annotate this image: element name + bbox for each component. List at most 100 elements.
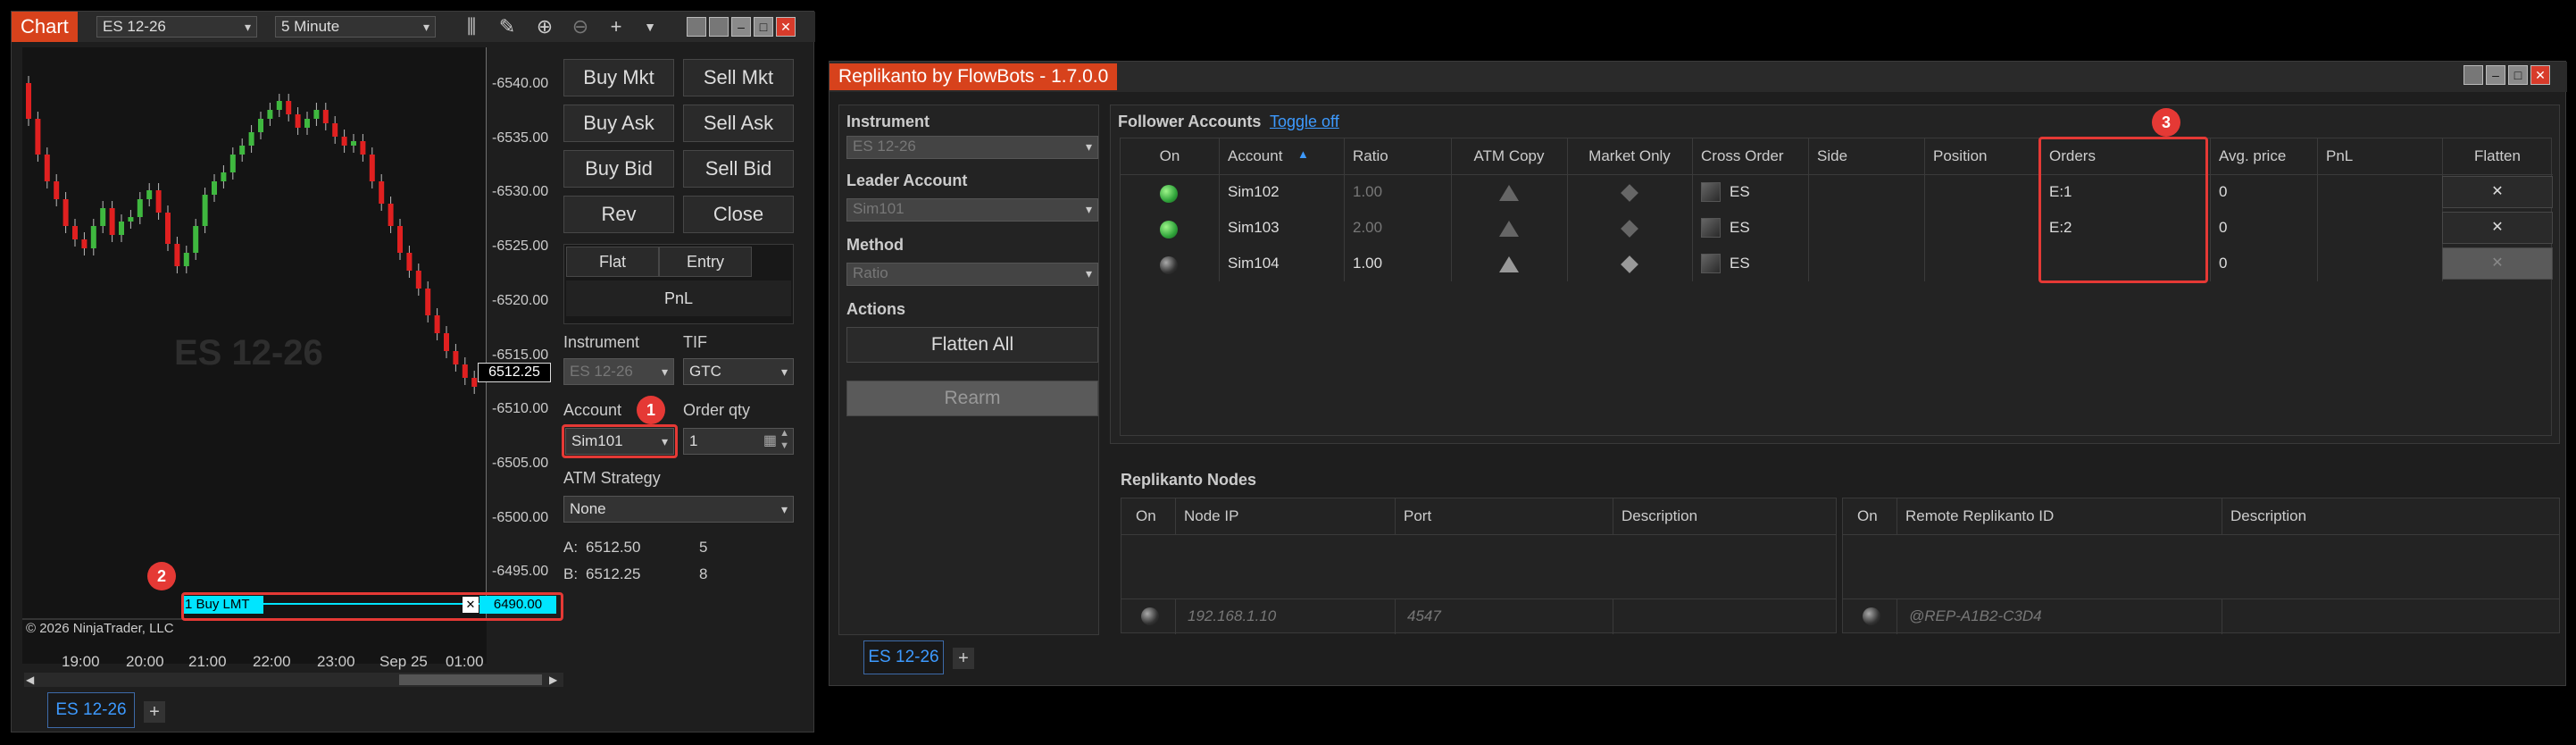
candle <box>332 116 338 144</box>
atm-copy-toggle-icon[interactable] <box>1499 185 1519 201</box>
status-led-icon[interactable] <box>1160 221 1178 239</box>
add-tab-button[interactable]: + <box>953 648 974 669</box>
column-header[interactable]: Port <box>1404 507 1431 525</box>
close-icon[interactable]: ✕ <box>776 17 796 37</box>
flatten-row-button[interactable]: ✕ <box>2442 212 2553 244</box>
node-status-led-icon[interactable] <box>1141 607 1159 625</box>
flatten-row-button[interactable]: ✕ <box>2442 247 2553 280</box>
column-header[interactable]: Flatten <box>2442 147 2553 165</box>
cross-order-toggle-icon[interactable] <box>1701 254 1721 273</box>
market-only-toggle-icon[interactable] <box>1621 255 1638 273</box>
rev-button[interactable]: Rev <box>563 196 674 233</box>
sort-ascending-icon[interactable]: ▲ <box>1297 147 1309 161</box>
maximize-icon[interactable]: □ <box>2508 65 2528 85</box>
order-qty-input[interactable]: 1 ▦ ▲ ▼ <box>683 428 794 455</box>
column-header[interactable]: PnL <box>2326 147 2353 165</box>
column-header[interactable]: On <box>1857 507 1878 525</box>
candle <box>351 134 356 153</box>
add-tab-button[interactable]: + <box>144 701 165 723</box>
column-header[interactable]: Cross Order <box>1701 147 1784 165</box>
sell-mkt-button[interactable]: Sell Mkt <box>683 59 794 96</box>
minimize-icon[interactable]: – <box>2486 65 2505 85</box>
status-led-icon[interactable] <box>1160 185 1178 203</box>
column-header[interactable]: Account <box>1228 147 1282 165</box>
cross-order-cell: ES <box>1730 219 1750 236</box>
candle <box>165 205 171 251</box>
node-cell[interactable]: @REP-A1B2-C3D4 <box>1909 607 2042 625</box>
atm-copy-toggle-icon[interactable] <box>1499 256 1519 272</box>
column-header[interactable]: Description <box>1621 507 1697 525</box>
column-header[interactable]: ATM Copy <box>1451 147 1567 165</box>
toggle-off-link[interactable]: Toggle off <box>1270 113 1339 131</box>
tab-es-12-26[interactable]: ES 12-26 <box>863 640 944 674</box>
bid-label: B: <box>563 565 579 582</box>
cross-order-toggle-icon[interactable] <box>1701 218 1721 238</box>
zoom-in-icon[interactable]: ⊕ <box>531 15 558 38</box>
timeframe-selector[interactable]: 5 Minute ▾ <box>275 16 436 38</box>
ratio-cell[interactable]: 1.00 <box>1353 183 1382 201</box>
sell-bid-button[interactable]: Sell Bid <box>683 150 794 188</box>
minimize-icon[interactable]: – <box>731 17 751 37</box>
ratio-cell[interactable]: 2.00 <box>1353 219 1382 237</box>
leader-account-select[interactable]: Sim101 ▾ <box>846 198 1098 222</box>
bar-type-icon[interactable]: ⫼ <box>458 15 485 38</box>
pnl-display[interactable]: PnL <box>566 280 791 316</box>
chart-scrollbar[interactable]: ◀ ▶ <box>24 673 563 687</box>
qty-stepper-icon[interactable]: ▲ ▼ <box>779 427 789 452</box>
flat-button[interactable]: Flat <box>566 247 659 277</box>
column-header[interactable]: Avg. price <box>2219 147 2286 165</box>
scrollbar-thumb[interactable] <box>399 674 542 685</box>
rearm-button[interactable]: Rearm <box>846 381 1098 416</box>
sell-ask-button[interactable]: Sell Ask <box>683 105 794 142</box>
column-header[interactable]: Market Only <box>1567 147 1692 165</box>
close-position-button[interactable]: Close <box>683 196 794 233</box>
price-chart[interactable]: ES 12-26 © 2026 NinjaTrader, LLC <box>22 47 487 664</box>
candle <box>369 147 375 188</box>
flatten-all-button[interactable]: Flatten All <box>846 327 1098 363</box>
crosshair-icon[interactable]: + <box>603 15 629 38</box>
maximize-icon[interactable]: □ <box>754 17 773 37</box>
flatten-row-button[interactable]: ✕ <box>2442 176 2553 208</box>
ratio-cell[interactable]: 1.00 <box>1353 255 1382 272</box>
zoom-out-icon[interactable]: ⊖ <box>567 15 594 38</box>
tab-es-12-26[interactable]: ES 12-26 <box>47 692 135 728</box>
buy-bid-button[interactable]: Buy Bid <box>563 150 674 188</box>
market-only-toggle-icon[interactable] <box>1621 220 1638 238</box>
scroll-left-icon[interactable]: ◀ <box>26 674 34 686</box>
replikanto-nodes-title: Replikanto Nodes <box>1121 471 1257 489</box>
column-header[interactable]: Side <box>1817 147 1847 165</box>
window-dock-icon[interactable] <box>2463 65 2483 85</box>
column-header[interactable]: Node IP <box>1184 507 1238 525</box>
method-select[interactable]: Ratio ▾ <box>846 263 1098 286</box>
node-cell[interactable]: 192.168.1.10 <box>1188 607 1276 625</box>
buy-mkt-button[interactable]: Buy Mkt <box>563 59 674 96</box>
column-divider <box>1808 138 1809 281</box>
instrument-selector[interactable]: ES 12-26 ▾ <box>96 16 257 38</box>
column-header[interactable]: Remote Replikanto ID <box>1905 507 2054 525</box>
scroll-right-icon[interactable]: ▶ <box>549 674 557 686</box>
column-header[interactable]: On <box>1136 507 1156 525</box>
window-tile-icon[interactable] <box>709 17 729 37</box>
column-header[interactable]: Description <box>2230 507 2306 525</box>
entry-button[interactable]: Entry <box>659 247 752 277</box>
column-header[interactable]: Position <box>1933 147 1987 165</box>
node-cell[interactable]: 4547 <box>1407 607 1441 625</box>
atm-copy-toggle-icon[interactable] <box>1499 221 1519 237</box>
market-only-toggle-icon[interactable] <box>1621 184 1638 202</box>
buy-ask-button[interactable]: Buy Ask <box>563 105 674 142</box>
node-status-led-icon[interactable] <box>1863 607 1880 625</box>
column-header[interactable]: Ratio <box>1353 147 1388 165</box>
calculator-icon[interactable]: ▦ <box>763 429 777 454</box>
tif-select[interactable]: GTC ▾ <box>683 358 794 385</box>
column-header[interactable]: On <box>1121 147 1219 165</box>
more-tools-icon[interactable]: ▼ <box>637 15 663 38</box>
window-dock-icon[interactable] <box>687 17 706 37</box>
cross-order-toggle-icon[interactable] <box>1701 182 1721 202</box>
atm-strategy-select[interactable]: None ▾ <box>563 496 794 523</box>
status-led-icon[interactable] <box>1160 256 1178 274</box>
draw-pencil-icon[interactable]: ✎ <box>494 15 521 38</box>
chevron-down-icon: ▾ <box>1085 202 1092 216</box>
chevron-down-icon: ▾ <box>422 20 429 34</box>
close-icon[interactable]: ✕ <box>2530 65 2550 85</box>
candle <box>119 214 124 242</box>
